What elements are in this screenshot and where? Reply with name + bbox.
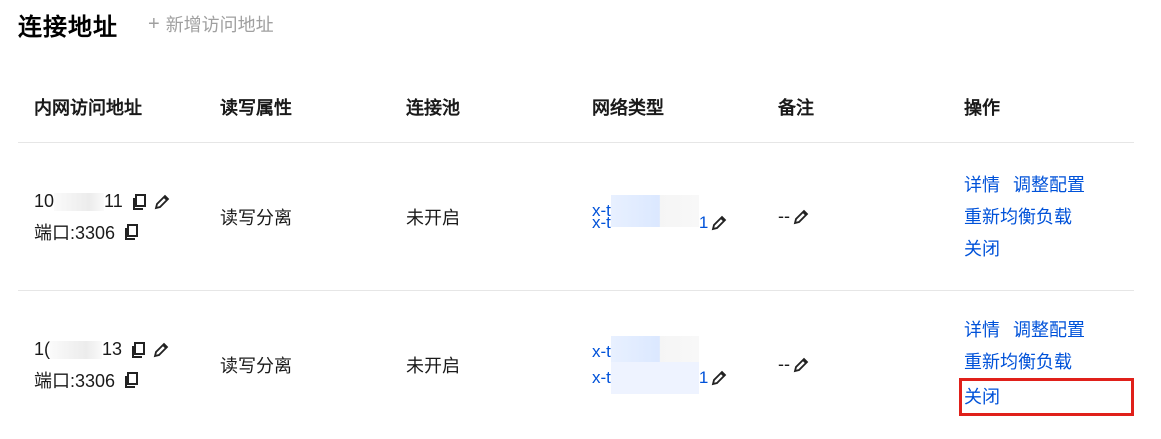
actions-cell: 详情 调整配置 重新均衡负载 关闭	[948, 142, 1134, 291]
detail-link[interactable]: 详情	[964, 320, 1000, 340]
rebalance-link[interactable]: 重新均衡负载	[964, 201, 1134, 233]
copy-icon[interactable]	[121, 369, 143, 391]
copy-icon[interactable]	[121, 221, 143, 243]
remark-value: --	[778, 206, 790, 226]
network-cell: x-t x-t 1	[576, 291, 762, 439]
column-header-pool: 连接池	[390, 72, 576, 143]
address-cell: 10 11 端口:3306	[18, 142, 204, 291]
rw-cell: 读写分离	[204, 142, 390, 291]
table-header-row: 内网访问地址 读写属性 连接池 网络类型 备注 操作	[18, 72, 1134, 143]
masked-subnet	[610, 361, 699, 394]
table-row: 1( 13 端口:3306 读写分离 未开启 x-t x-t 1 -- 详情 调…	[18, 291, 1134, 439]
connection-table: 内网访问地址 读写属性 连接池 网络类型 备注 操作 10 11 端口:3306…	[18, 72, 1134, 439]
close-link[interactable]: 关闭	[959, 377, 1134, 416]
network-vpc-link[interactable]: x-t	[592, 342, 611, 362]
network-subnet-suffix: 1	[698, 212, 709, 232]
network-subnet-link[interactable]: x-t	[592, 368, 611, 388]
masked-ip	[54, 192, 105, 211]
column-header-address: 内网访问地址	[18, 72, 204, 143]
column-header-actions: 操作	[948, 72, 1134, 143]
column-header-rw: 读写属性	[204, 72, 390, 143]
rw-cell: 读写分离	[220, 355, 292, 376]
adjust-config-link[interactable]: 调整配置	[1013, 175, 1085, 195]
pool-cell: 未开启	[390, 142, 576, 291]
pencil-icon[interactable]	[708, 212, 730, 234]
remark-cell: --	[762, 291, 948, 439]
pencil-icon[interactable]	[790, 354, 812, 376]
port-label: 端口:3306	[34, 370, 116, 391]
column-header-network: 网络类型	[576, 72, 762, 143]
network-subnet-suffix: 1	[698, 367, 709, 387]
network-subnet-link[interactable]: x-t	[592, 213, 611, 233]
remark-cell: --	[762, 142, 948, 291]
pool-cell: 未开启	[406, 355, 460, 376]
address-cell: 1( 13 端口:3306	[18, 291, 204, 439]
remark-value: --	[778, 354, 790, 375]
actions-cell: 详情 调整配置 重新均衡负载 关闭	[948, 291, 1134, 439]
port-label: 端口:3306	[34, 222, 116, 243]
copy-icon[interactable]	[128, 339, 150, 361]
ip-suffix: 13	[102, 339, 123, 360]
ip-prefix: 10	[34, 191, 55, 211]
pencil-icon[interactable]	[150, 339, 172, 361]
header: 连接地址 + 新增访问地址	[18, 4, 274, 44]
ip-suffix: 11	[104, 191, 123, 211]
column-header-remark: 备注	[762, 72, 948, 143]
add-access-address-label: 新增访问地址	[165, 15, 274, 35]
pencil-icon[interactable]	[708, 367, 730, 389]
adjust-config-link[interactable]: 调整配置	[1013, 320, 1085, 340]
network-cell: x-t x-t 1	[576, 142, 762, 291]
pencil-icon[interactable]	[151, 191, 173, 213]
add-access-address-button[interactable]: + 新增访问地址	[148, 11, 274, 37]
rebalance-link[interactable]: 重新均衡负载	[964, 346, 1134, 378]
copy-icon[interactable]	[129, 191, 151, 213]
detail-link[interactable]: 详情	[964, 175, 1000, 195]
plus-icon: +	[148, 13, 160, 35]
ip-prefix: 1(	[34, 339, 51, 360]
masked-ip	[50, 340, 103, 359]
close-link[interactable]: 关闭	[964, 233, 1134, 265]
pencil-icon[interactable]	[790, 206, 812, 228]
page-title: 连接地址	[18, 13, 118, 41]
masked-network	[610, 194, 699, 227]
table-row: 10 11 端口:3306 读写分离 未开启 x-t x-t 1 -- 详情 调…	[18, 142, 1134, 291]
